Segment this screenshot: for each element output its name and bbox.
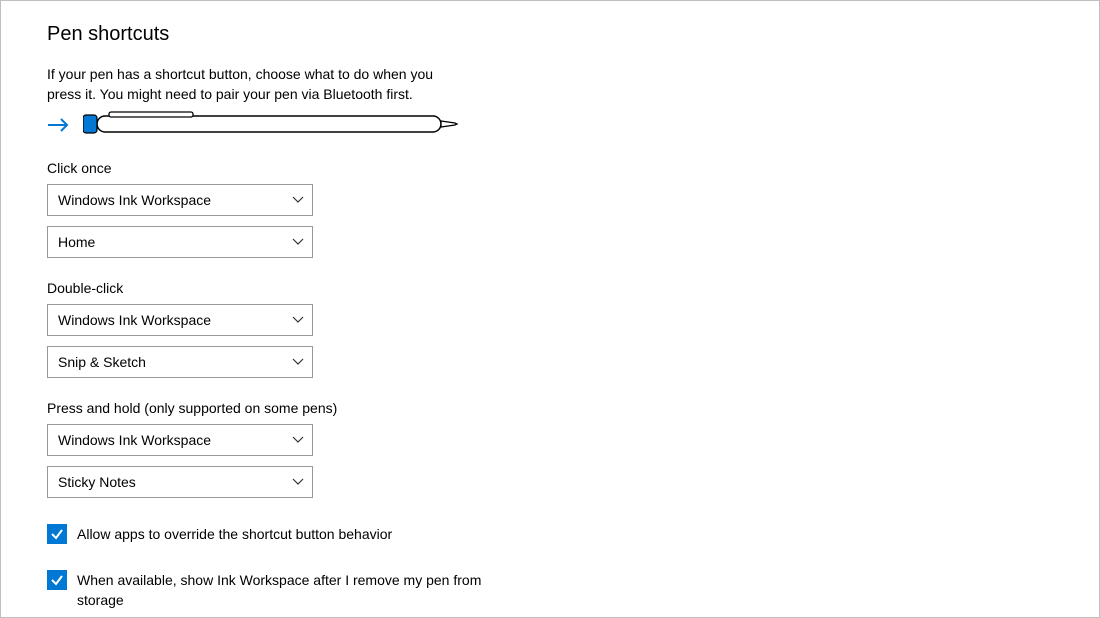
chevron-down-icon (292, 316, 304, 324)
select-click-once-secondary[interactable]: Home (47, 226, 313, 258)
check-icon (50, 527, 64, 541)
select-press-hold-secondary[interactable]: Sticky Notes (47, 466, 313, 498)
arrow-right-icon (47, 116, 71, 134)
pen-illustration-row (47, 111, 1053, 140)
select-value: Snip & Sketch (58, 354, 146, 370)
label-click-once: Click once (47, 160, 1053, 176)
select-value: Windows Ink Workspace (58, 432, 211, 448)
chevron-down-icon (292, 196, 304, 204)
select-double-click-secondary[interactable]: Snip & Sketch (47, 346, 313, 378)
page-description: If your pen has a shortcut button, choos… (47, 64, 463, 105)
label-double-click: Double-click (47, 280, 1053, 296)
select-value: Sticky Notes (58, 474, 136, 490)
checkbox-show-ink-workspace-row: When available, show Ink Workspace after… (47, 570, 487, 610)
select-click-once-primary[interactable]: Windows Ink Workspace (47, 184, 313, 216)
chevron-down-icon (292, 436, 304, 444)
check-icon (50, 573, 64, 587)
checkbox-allow-override[interactable] (47, 524, 67, 544)
select-press-hold-primary[interactable]: Windows Ink Workspace (47, 424, 313, 456)
label-press-hold: Press and hold (only supported on some p… (47, 400, 1053, 416)
select-value: Home (58, 234, 95, 250)
pen-icon (83, 111, 461, 140)
select-double-click-primary[interactable]: Windows Ink Workspace (47, 304, 313, 336)
checkbox-show-ink-workspace[interactable] (47, 570, 67, 590)
checkbox-show-ink-workspace-label: When available, show Ink Workspace after… (77, 570, 487, 610)
chevron-down-icon (292, 358, 304, 366)
checkbox-allow-override-row: Allow apps to override the shortcut butt… (47, 524, 487, 545)
chevron-down-icon (292, 238, 304, 246)
page-title: Pen shortcuts (47, 23, 1053, 46)
chevron-down-icon (292, 478, 304, 486)
select-value: Windows Ink Workspace (58, 192, 211, 208)
select-value: Windows Ink Workspace (58, 312, 211, 328)
checkbox-allow-override-label: Allow apps to override the shortcut butt… (77, 524, 392, 545)
